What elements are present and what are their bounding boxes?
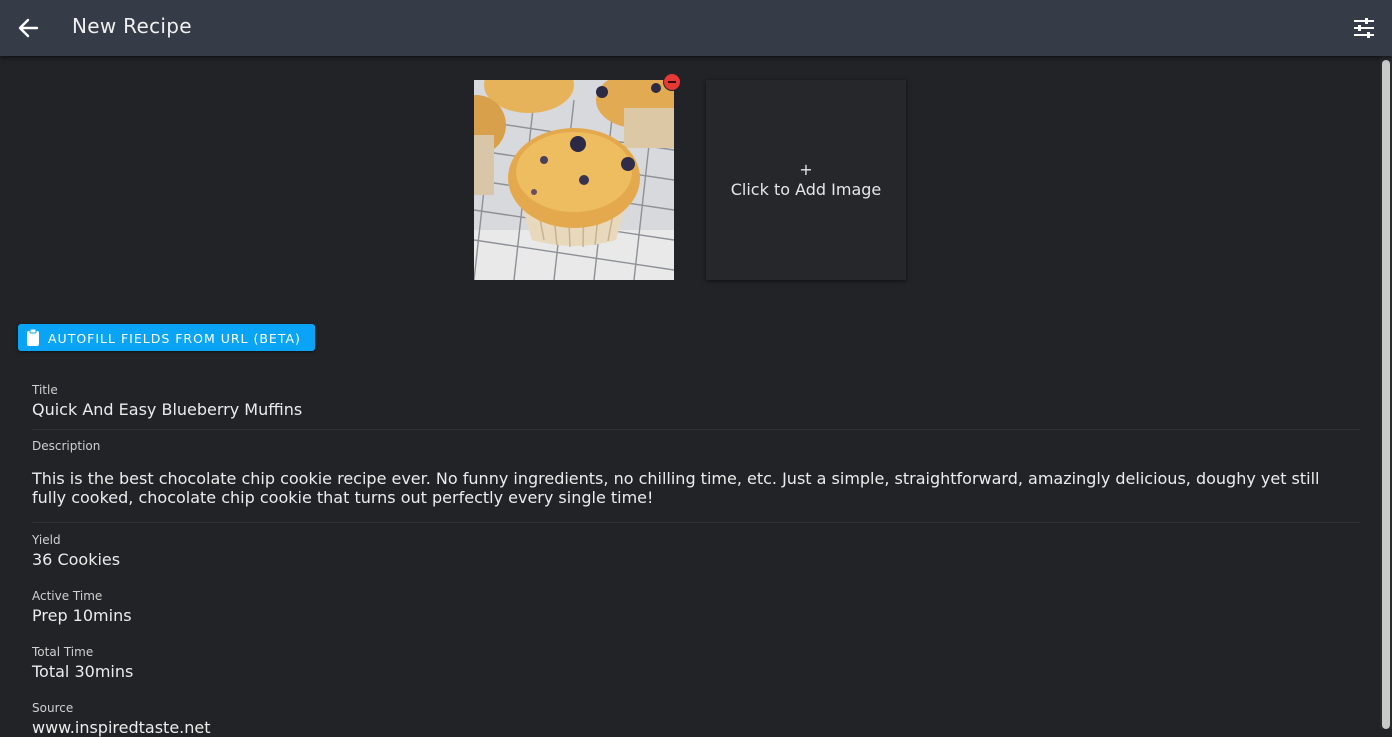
scrollbar-thumb[interactable] (1382, 60, 1390, 729)
total-time-input[interactable]: Total 30mins (32, 662, 133, 681)
total-time-field[interactable]: Total Time Total 30mins (32, 645, 133, 681)
divider (32, 429, 1360, 430)
back-button[interactable] (12, 12, 44, 44)
title-label: Title (32, 383, 58, 397)
source-input[interactable]: www.inspiredtaste.net (32, 718, 211, 737)
description-line-2: fully cooked, chocolate chip cookie that… (32, 488, 654, 507)
title-input[interactable]: Quick And Easy Blueberry Muffins (32, 400, 302, 419)
yield-field[interactable]: Yield 36 Cookies (32, 533, 120, 569)
active-time-field[interactable]: Active Time Prep 10mins (32, 589, 132, 625)
autofill-from-url-button[interactable]: AUTOFILL FIELDS FROM URL (BETA) (18, 324, 315, 351)
remove-image-button[interactable] (663, 73, 681, 91)
settings-button[interactable] (1350, 14, 1378, 42)
source-field[interactable]: Source www.inspiredtaste.net (32, 701, 211, 737)
description-field[interactable]: Description This is the best chocolate c… (32, 439, 1352, 507)
tune-sliders-icon (1354, 18, 1374, 38)
title-field[interactable]: Title Quick And Easy Blueberry Muffins (32, 383, 302, 419)
divider (32, 522, 1360, 523)
app-bar: New Recipe (0, 0, 1392, 56)
plus-icon: + (799, 160, 813, 179)
active-time-label: Active Time (32, 589, 103, 603)
description-label: Description (32, 439, 101, 453)
clipboard-icon (27, 329, 39, 346)
page-title: New Recipe (72, 14, 192, 38)
add-image-button[interactable]: + Click to Add Image (706, 80, 906, 280)
total-time-label: Total Time (32, 645, 94, 659)
description-line-1: This is the best chocolate chip cookie r… (32, 469, 1320, 488)
description-input[interactable]: This is the best chocolate chip cookie r… (32, 469, 1352, 507)
yield-input[interactable]: 36 Cookies (32, 550, 120, 569)
yield-label: Yield (32, 533, 61, 547)
muffin-photo (474, 80, 674, 280)
add-image-label: Click to Add Image (730, 180, 882, 199)
source-label: Source (32, 701, 74, 715)
recipe-image[interactable] (474, 80, 674, 280)
arrow-left-icon (18, 18, 39, 38)
autofill-label: AUTOFILL FIELDS FROM URL (BETA) (48, 331, 301, 346)
active-time-input[interactable]: Prep 10mins (32, 606, 132, 625)
